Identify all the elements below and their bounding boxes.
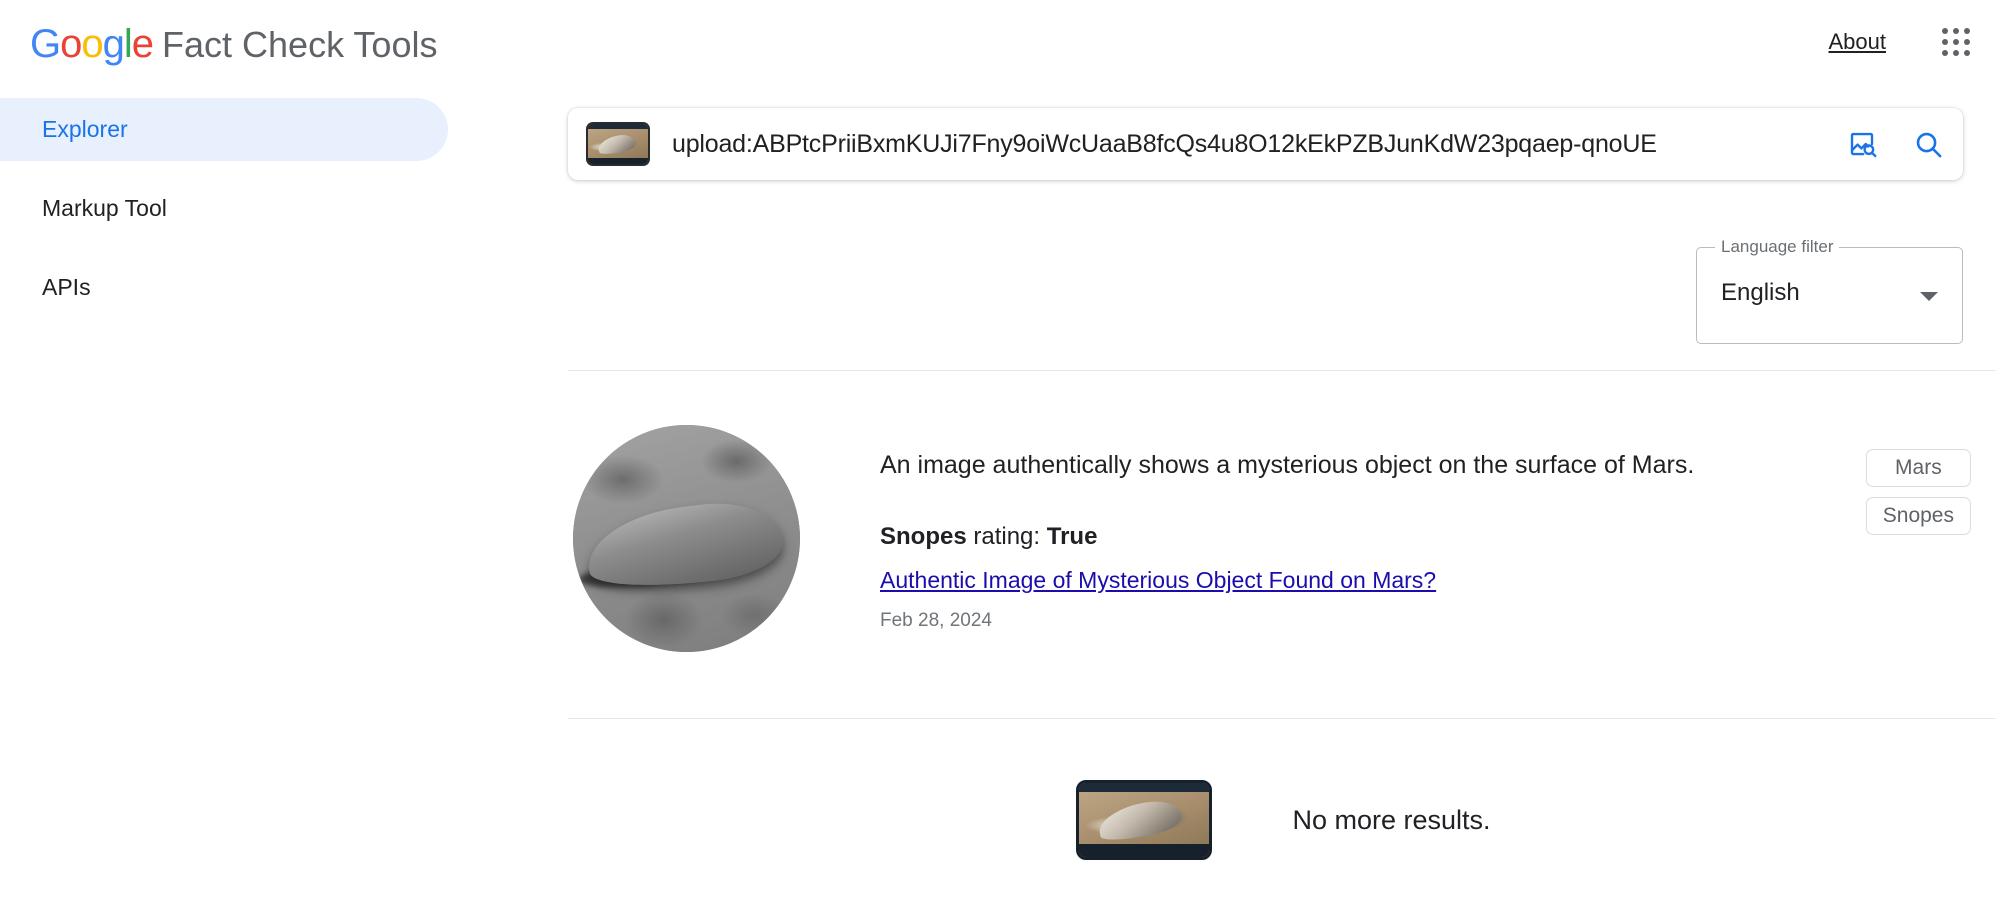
sidebar-item-markup-tool[interactable]: Markup Tool	[0, 177, 448, 240]
chevron-down-icon[interactable]	[1920, 292, 1938, 301]
rating-prefix: rating:	[966, 523, 1047, 550]
sidebar-item-label: APIs	[42, 274, 91, 300]
main-content: upload:ABPtcPriiBxmKUJi7Fny9oiWcUaaB8fcQ…	[568, 0, 1999, 923]
google-wordmark: Google	[30, 22, 154, 66]
claim-text: An image authentically shows a mysteriou…	[880, 451, 1695, 479]
no-more-results-text: No more results.	[1292, 804, 1491, 835]
rating-line: Snopes rating: True	[880, 523, 1866, 551]
language-filter-label: Language filter	[1715, 237, 1840, 257]
language-filter-select[interactable]: Language filter English	[1696, 237, 1963, 344]
search-image-thumbnail	[586, 122, 650, 166]
language-filter-value: English	[1721, 279, 1800, 306]
search-input[interactable]: upload:ABPtcPriiBxmKUJi7Fny9oiWcUaaB8fcQ…	[672, 130, 1829, 159]
tag-chip-mars[interactable]: Mars	[1865, 449, 1971, 487]
divider-bottom	[568, 718, 1996, 719]
sidebar-item-explorer[interactable]: Explorer	[0, 98, 448, 161]
publisher-name: Snopes	[880, 523, 967, 550]
divider-top	[568, 370, 1996, 371]
result-thumbnail[interactable]	[573, 425, 800, 652]
image-search-icon[interactable]	[1843, 125, 1881, 163]
no-more-results-row: No more results.	[568, 780, 1999, 860]
result-row: An image authentically shows a mysteriou…	[568, 425, 1999, 652]
search-icon[interactable]	[1909, 125, 1947, 163]
sidebar-item-apis[interactable]: APIs	[0, 256, 448, 319]
result-date: Feb 28, 2024	[880, 610, 992, 631]
result-body: An image authentically shows a mysteriou…	[880, 425, 1866, 652]
sidebar-nav: Explorer Markup Tool APIs	[0, 98, 448, 319]
footer-thumbnail	[1076, 780, 1213, 860]
sidebar-item-label: Markup Tool	[42, 195, 167, 221]
search-bar[interactable]: upload:ABPtcPriiBxmKUJi7Fny9oiWcUaaB8fcQ…	[568, 108, 1963, 180]
product-name: Fact Check Tools	[162, 24, 438, 65]
sidebar-item-label: Explorer	[42, 116, 128, 142]
rating-value: True	[1046, 523, 1098, 550]
brand-logo[interactable]: Google Fact Check Tools	[30, 22, 437, 67]
search-bar-icons	[1843, 125, 1947, 163]
result-link[interactable]: Authentic Image of Mysterious Object Fou…	[880, 567, 1436, 594]
tag-chip-snopes[interactable]: Snopes	[1865, 497, 1971, 535]
result-tags: Mars Snopes	[1865, 425, 1971, 652]
